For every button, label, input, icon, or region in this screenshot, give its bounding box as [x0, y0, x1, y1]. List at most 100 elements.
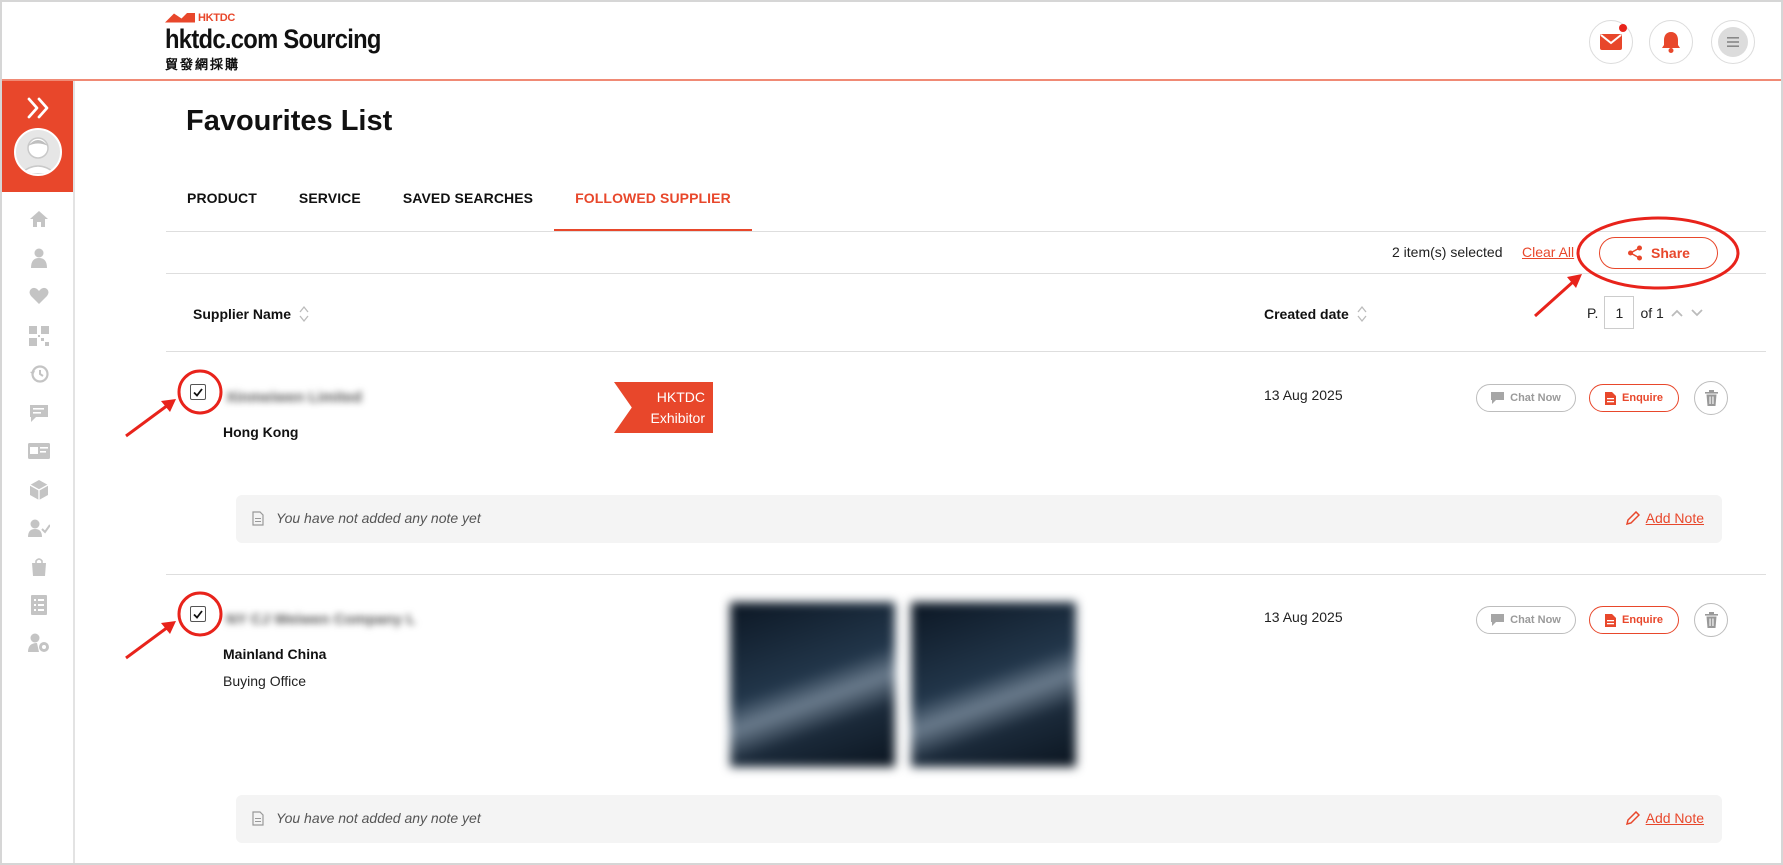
bell-icon: [1662, 32, 1680, 53]
account-settings-icon[interactable]: [28, 632, 50, 654]
enquire-label: Enquire: [1622, 614, 1663, 626]
tab-followed-supplier[interactable]: FOLLOWED SUPPLIER: [554, 174, 752, 232]
avatar-icon: [16, 130, 60, 174]
share-icon: [1628, 245, 1643, 261]
product-box-icon[interactable]: [28, 479, 50, 501]
shopping-bag-icon[interactable]: [28, 555, 50, 577]
created-date: 13 Aug 2025: [1264, 387, 1343, 403]
note-box: You have not added any note yet Add Note: [236, 495, 1722, 543]
row-checkbox[interactable]: [190, 606, 206, 622]
exhibitor-badge-line1: HKTDC: [656, 389, 705, 405]
favourites-tabs: PRODUCT SERVICE SAVED SEARCHES FOLLOWED …: [166, 174, 752, 232]
product-thumbnail[interactable]: [911, 602, 1076, 767]
supplier-name-header[interactable]: Supplier Name: [193, 304, 309, 324]
supplier-region: Mainland China: [223, 646, 327, 662]
expand-sidebar-icon[interactable]: [26, 97, 52, 119]
note-box: You have not added any note yet Add Note: [236, 795, 1722, 843]
check-icon: [193, 609, 203, 619]
favourites-heart-icon[interactable]: [28, 285, 50, 307]
enquire-button[interactable]: Enquire: [1589, 384, 1679, 412]
selected-count: 2 item(s) selected: [1392, 244, 1503, 260]
row-checkbox[interactable]: [190, 384, 206, 400]
chat-bubble-icon: [1491, 392, 1505, 404]
supplier-business-type: Buying Office: [223, 673, 307, 689]
history-icon[interactable]: [28, 363, 50, 385]
add-note-label: Add Note: [1645, 510, 1704, 526]
note-placeholder: You have not added any note yet: [276, 810, 481, 826]
exhibitor-badge-line2: Exhibitor: [650, 410, 705, 426]
top-header: HKTDC hktdc.com Sourcing 貿發網採購: [2, 2, 1781, 81]
brand-name: hktdc.com Sourcing: [165, 24, 381, 54]
add-note-link[interactable]: Add Note: [1625, 810, 1704, 826]
mail-icon: [1600, 34, 1622, 50]
note-placeholder: You have not added any note yet: [276, 510, 481, 526]
chat-now-button[interactable]: Chat Now: [1476, 606, 1576, 634]
pager-suffix: of 1: [1640, 304, 1664, 321]
chat-now-label: Chat Now: [1510, 392, 1561, 404]
page-title: Favourites List: [186, 105, 393, 137]
supplier-name-link[interactable]: NY CJ Weiwen Company L: [226, 611, 416, 628]
pencil-icon: [1625, 811, 1640, 825]
selection-bar: 2 item(s) selected Clear All Share: [166, 232, 1766, 274]
trash-icon: [1704, 390, 1718, 406]
messages-button[interactable]: [1589, 20, 1633, 64]
left-sidebar: [2, 81, 75, 863]
tab-product[interactable]: PRODUCT: [166, 174, 278, 232]
share-label: Share: [1651, 245, 1690, 261]
hamburger-icon: [1718, 27, 1748, 57]
followed-user-check-icon[interactable]: [28, 517, 50, 539]
unread-dot: [1619, 24, 1627, 32]
hktdc-logo[interactable]: HKTDC hktdc.com Sourcing 貿發網採購: [165, 11, 410, 73]
sort-icon: [1357, 305, 1367, 323]
check-icon: [193, 387, 203, 397]
profile-icon[interactable]: [28, 247, 50, 269]
note-file-icon: [252, 811, 264, 826]
brand-name-chinese: 貿發網採購: [165, 57, 241, 72]
hktdc-exhibitor-badge: HKTDC Exhibitor: [614, 382, 713, 433]
product-thumbnail[interactable]: [730, 602, 895, 767]
table-header: Supplier Name Created date P. of 1: [166, 274, 1766, 352]
order-list-icon[interactable]: [28, 594, 50, 616]
pagination: P. of 1: [1587, 296, 1704, 329]
user-avatar[interactable]: [14, 128, 62, 176]
note-file-icon: [252, 511, 264, 526]
trash-icon: [1704, 612, 1718, 628]
delete-button[interactable]: [1694, 603, 1728, 637]
chat-bubble-icon: [1491, 614, 1505, 626]
created-date-header-label: Created date: [1264, 306, 1349, 322]
table-row: Xinmeiwen Limited Hong Kong HKTDC Exhibi…: [166, 353, 1766, 575]
document-icon: [1605, 391, 1617, 405]
chat-now-label: Chat Now: [1510, 614, 1561, 626]
logo-mark-text: HKTDC: [198, 11, 235, 24]
enquire-label: Enquire: [1622, 392, 1663, 404]
cards-icon[interactable]: [28, 440, 50, 462]
page-number-input[interactable]: [1604, 296, 1635, 329]
qr-code-icon[interactable]: [28, 325, 50, 347]
table-row: NY CJ Weiwen Company L Mainland China Bu…: [166, 576, 1766, 863]
chevron-down-icon[interactable]: [1690, 308, 1704, 318]
clear-all-link[interactable]: Clear All: [1522, 244, 1574, 260]
supplier-name-header-label: Supplier Name: [193, 306, 292, 322]
screenshot-frame: HKTDC hktdc.com Sourcing 貿發網採購 Favourite…: [0, 0, 1783, 865]
home-icon[interactable]: [28, 208, 50, 230]
add-note-label: Add Note: [1645, 810, 1704, 826]
pencil-icon: [1625, 511, 1640, 525]
created-date-header[interactable]: Created date: [1264, 304, 1367, 324]
main-menu-button[interactable]: [1711, 20, 1755, 64]
add-note-link[interactable]: Add Note: [1625, 510, 1704, 526]
delete-button[interactable]: [1694, 381, 1728, 415]
notifications-button[interactable]: [1649, 20, 1693, 64]
supplier-name-link[interactable]: Xinmeiwen Limited: [226, 389, 362, 406]
pager-prefix: P.: [1587, 304, 1599, 321]
messages-icon[interactable]: [28, 402, 50, 424]
tab-saved-searches[interactable]: SAVED SEARCHES: [382, 174, 554, 232]
enquire-button[interactable]: Enquire: [1589, 606, 1679, 634]
supplier-region: Hong Kong: [223, 424, 299, 440]
chat-now-button[interactable]: Chat Now: [1476, 384, 1576, 412]
tab-service[interactable]: SERVICE: [278, 174, 382, 232]
share-button[interactable]: Share: [1599, 237, 1718, 269]
hktdc-mark-icon: [165, 12, 195, 23]
chevron-up-icon[interactable]: [1670, 308, 1684, 318]
created-date: 13 Aug 2025: [1264, 609, 1343, 625]
sort-icon: [299, 305, 309, 323]
